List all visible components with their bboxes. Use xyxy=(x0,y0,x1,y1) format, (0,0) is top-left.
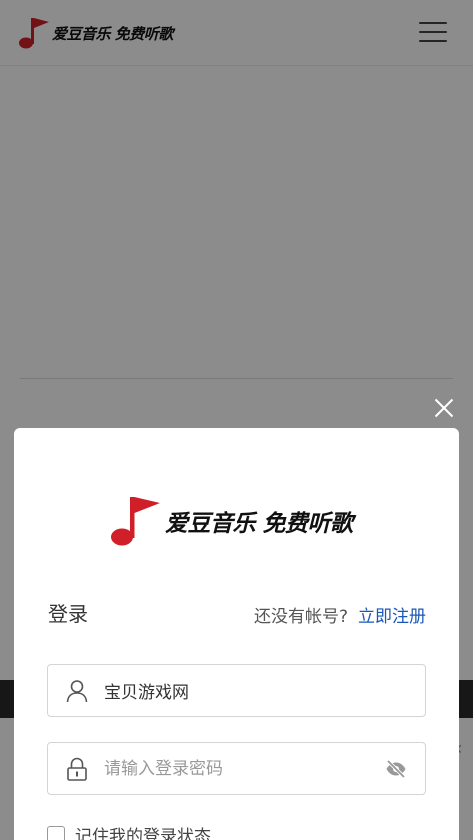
password-input[interactable] xyxy=(104,743,374,794)
user-icon xyxy=(66,680,88,703)
password-field[interactable] xyxy=(47,742,426,795)
remember-checkbox[interactable] xyxy=(47,825,65,840)
modal-logo: 爱豆音乐 免费听歌 xyxy=(110,494,353,548)
remember-me[interactable]: 记住我的登录状态 xyxy=(47,822,211,840)
music-note-flag-icon xyxy=(111,497,160,546)
register-prompt: 还没有帐号? xyxy=(253,607,348,627)
remember-label: 记住我的登录状态 xyxy=(75,827,211,840)
username-field[interactable] xyxy=(47,664,426,717)
lock-icon xyxy=(67,757,87,781)
modal-logo-text: 爱豆音乐 免费听歌 xyxy=(165,511,353,537)
modal-overlay[interactable]: 爱豆音乐 免费听歌 登录 还没有帐号? 立即注册 宝贝游戏网 记住我的登录状态 xyxy=(0,0,473,840)
login-modal: 爱豆音乐 免费听歌 登录 还没有帐号? 立即注册 宝贝游戏网 记住我的登录状态 xyxy=(14,428,459,840)
login-title: 登录 xyxy=(48,602,88,626)
register-link[interactable]: 立即注册 xyxy=(358,607,426,627)
eye-off-icon[interactable] xyxy=(385,758,407,780)
close-icon[interactable] xyxy=(432,396,456,420)
username-input[interactable] xyxy=(104,665,374,716)
register-row: 还没有帐号? 立即注册 xyxy=(254,602,426,627)
